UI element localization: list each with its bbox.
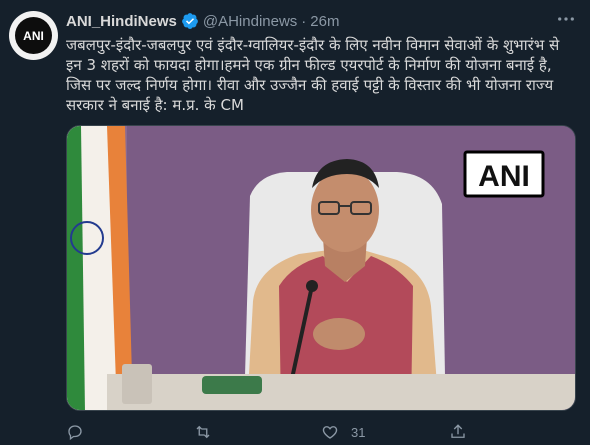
- media-image: ANI: [67, 126, 575, 410]
- separator-dot: ·: [301, 12, 307, 30]
- avatar[interactable]: ANI: [9, 11, 58, 60]
- like-count: 31: [351, 424, 366, 440]
- retweet-button[interactable]: [194, 423, 322, 441]
- ani-watermark: ANI: [478, 160, 530, 193]
- author-name[interactable]: ANI_HindiNews: [66, 13, 177, 30]
- timestamp[interactable]: 26m: [310, 13, 339, 30]
- reply-icon: [68, 425, 82, 441]
- tweet-actions: 31: [66, 420, 576, 444]
- tweet[interactable]: ANI ANI_HindiNews @AHindinews · 26m जबलप…: [0, 0, 590, 445]
- like-icon: [322, 426, 338, 439]
- verified-badge-icon: [181, 12, 199, 30]
- retweet-icon: [196, 425, 209, 439]
- tweet-media[interactable]: ANI: [66, 125, 576, 411]
- reply-button[interactable]: [66, 423, 194, 441]
- avatar-logo: ANI: [15, 17, 52, 54]
- tweet-header: ANI_HindiNews @AHindinews · 26m: [66, 10, 339, 32]
- share-icon: [450, 424, 465, 438]
- more-icon[interactable]: [556, 12, 576, 30]
- tweet-text: जबलपुर-इंदौर-जबलपुर एवं इंदौर-ग्वालियर-इ…: [66, 36, 560, 114]
- share-button[interactable]: [449, 423, 577, 441]
- like-button[interactable]: 31: [321, 423, 449, 441]
- author-handle[interactable]: @AHindinews: [203, 13, 297, 30]
